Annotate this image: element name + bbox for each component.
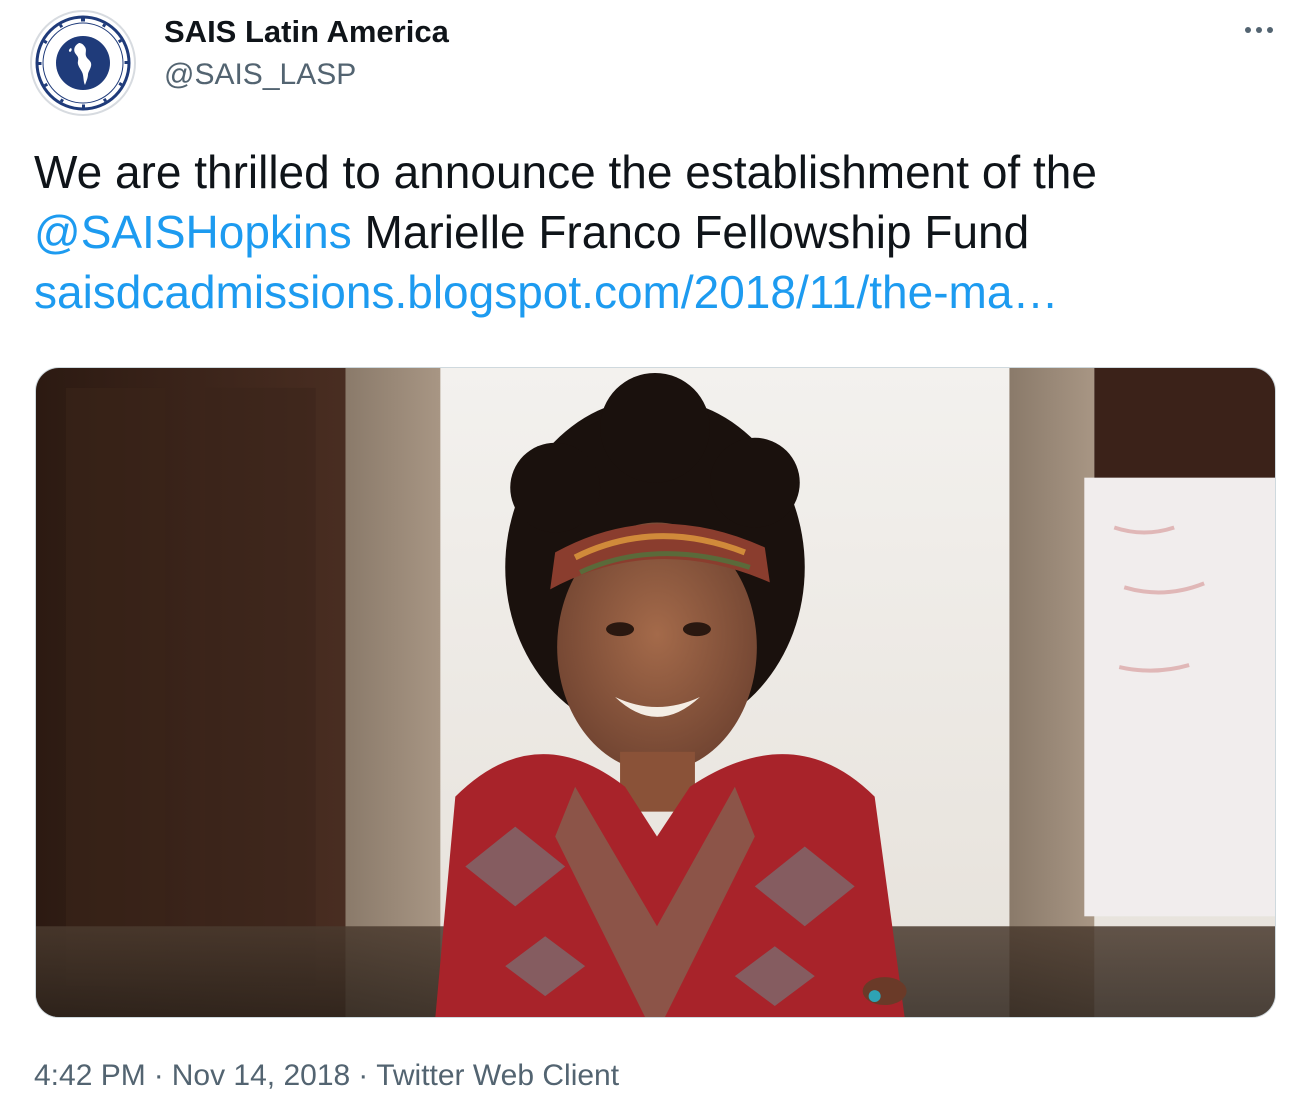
- mention-link[interactable]: @SAISHopkins: [34, 206, 352, 258]
- author-handle[interactable]: @SAIS_LASP: [164, 57, 356, 93]
- photo-image: [36, 368, 1275, 1017]
- tweet-text-line-2-rest: Marielle Franco Fellowship Fund: [351, 206, 1030, 258]
- tweet-text-line-1: We are thrilled to announce the establis…: [34, 146, 1097, 198]
- tweet-card: SAIS Latin America @SAIS_LASP We are thr…: [0, 0, 1313, 1110]
- url-link[interactable]: saisdcadmissions.blogspot.com/2018/11/th…: [34, 266, 1058, 318]
- avatar[interactable]: [30, 10, 136, 116]
- tweet-text: We are thrilled to announce the establis…: [34, 142, 1274, 322]
- more-horizontal-icon: [1245, 27, 1273, 33]
- tweet-text-line-3: saisdcadmissions.blogspot.com/2018/11/th…: [34, 262, 1274, 322]
- tweet-source[interactable]: Twitter Web Client: [376, 1059, 619, 1092]
- meta-separator: ·: [153, 1059, 164, 1092]
- avatar-seal-icon: [35, 15, 131, 111]
- meta-separator: ·: [358, 1059, 369, 1092]
- tweet-text-line-2: @SAISHopkins Marielle Franco Fellowship …: [34, 202, 1274, 262]
- tweet-meta: 4:42 PM · Nov 14, 2018 · Twitter Web Client: [34, 1057, 619, 1095]
- author-display-name[interactable]: SAIS Latin America: [164, 13, 449, 51]
- tweet-time[interactable]: 4:42 PM: [34, 1059, 146, 1092]
- tweet-photo[interactable]: [35, 367, 1276, 1018]
- tweet-date[interactable]: Nov 14, 2018: [172, 1059, 350, 1092]
- more-options-button[interactable]: [1236, 12, 1282, 48]
